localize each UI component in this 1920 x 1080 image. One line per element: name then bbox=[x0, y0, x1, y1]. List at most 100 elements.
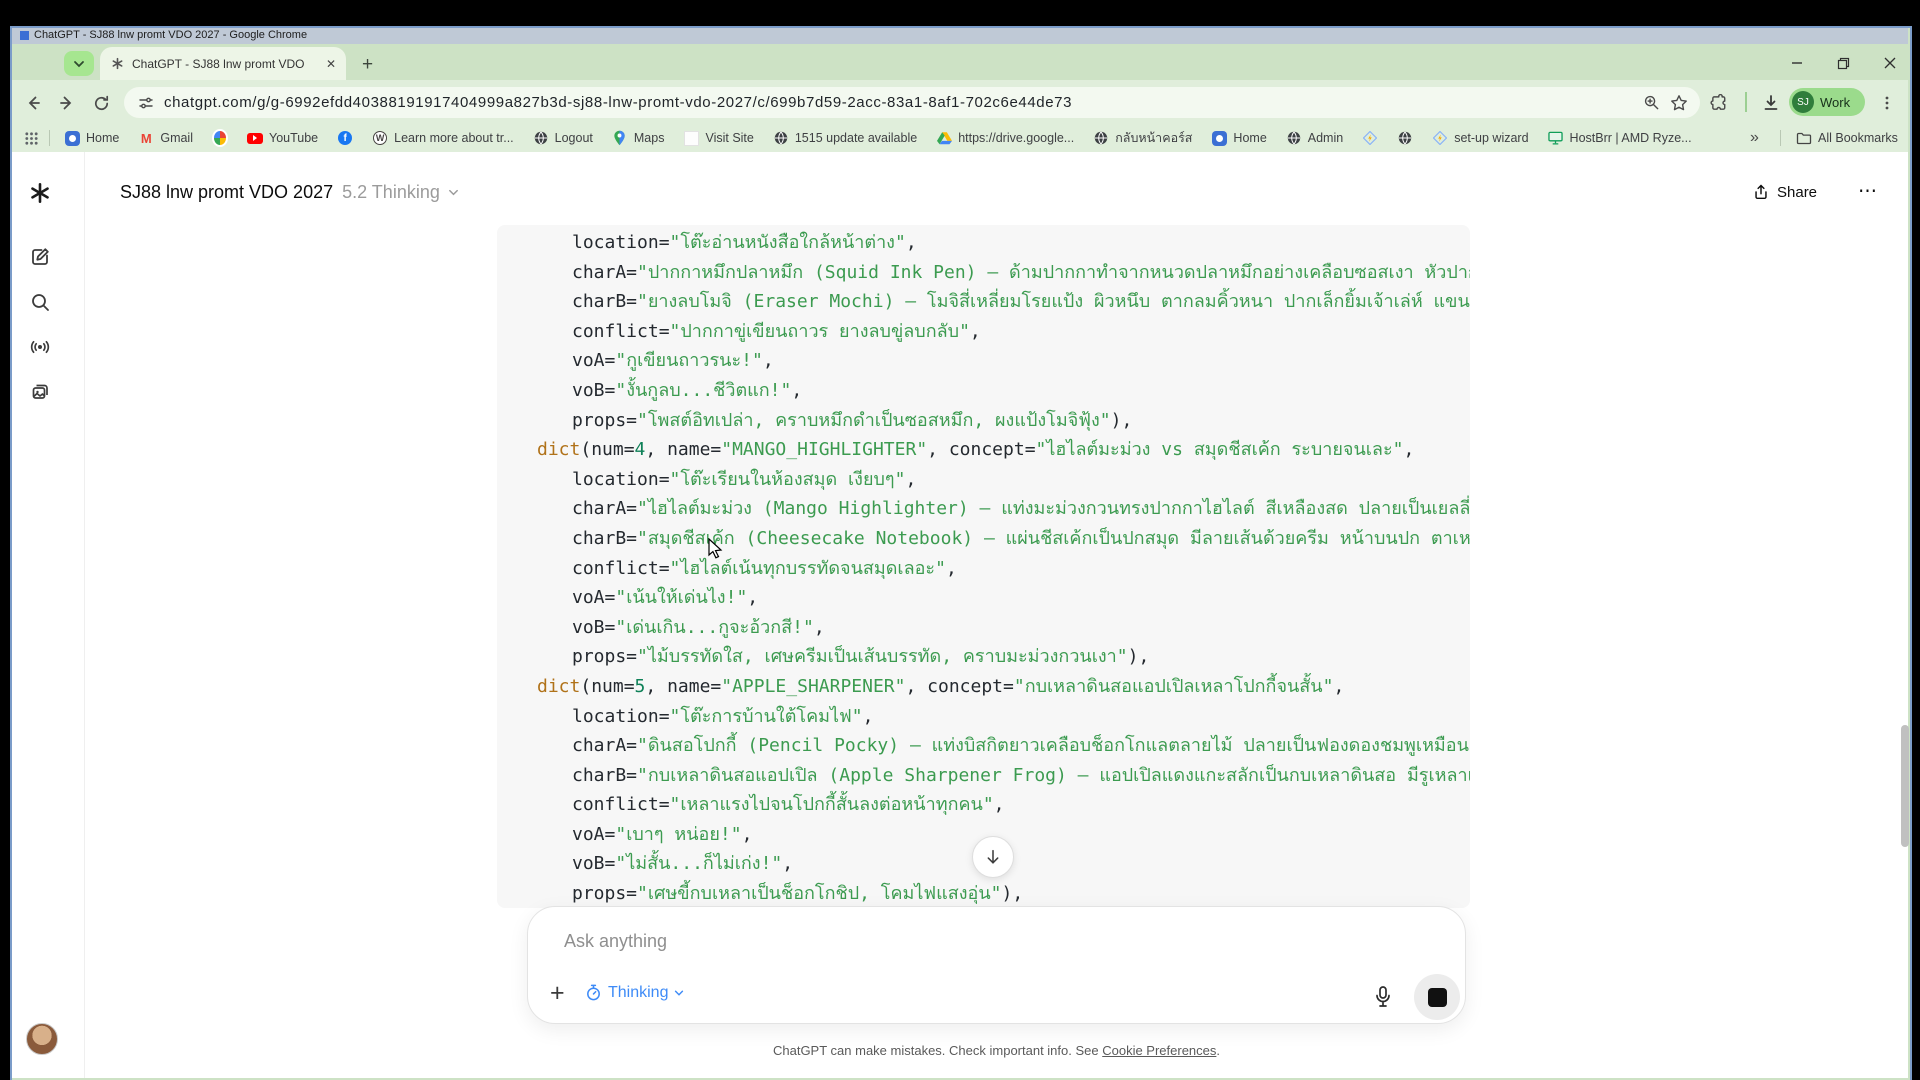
chevron-down-icon bbox=[448, 189, 458, 196]
chatgpt-logo-icon bbox=[26, 179, 54, 207]
bookmark-item[interactable]: Maps bbox=[612, 130, 664, 146]
bookmark-label: set-up wizard bbox=[1454, 131, 1529, 145]
library-icon[interactable] bbox=[26, 378, 54, 406]
code-line: charB="สมุดชีสเค้ก (Cheesecake Notebook)… bbox=[572, 527, 1470, 549]
scroll-to-bottom-button[interactable] bbox=[972, 836, 1014, 878]
code-line: dict(num=4, name="MANGO_HIGHLIGHTER", co… bbox=[537, 439, 1415, 461]
toolbar-divider bbox=[1745, 92, 1747, 112]
close-window-button[interactable] bbox=[1875, 54, 1905, 72]
composer-input[interactable]: Ask anything bbox=[564, 931, 667, 952]
globe-icon bbox=[773, 130, 789, 146]
model-label: 5.2 Thinking bbox=[342, 182, 440, 202]
bookmark-item[interactable]: set-up wizard bbox=[1432, 130, 1529, 146]
globe-icon bbox=[533, 130, 549, 146]
apps-grid-icon[interactable] bbox=[24, 131, 39, 146]
back-button[interactable] bbox=[20, 90, 46, 116]
site-settings-icon[interactable] bbox=[138, 95, 154, 111]
zoom-icon[interactable] bbox=[1643, 94, 1660, 111]
code-line: location="โต๊ะเรียนในห้องสมุด เงียบๆ", bbox=[572, 468, 917, 490]
bookmarks-overflow-chevron[interactable]: » bbox=[1750, 129, 1759, 147]
maps-icon bbox=[612, 130, 628, 146]
code-line: charA="ไฮไลต์มะม่วง (Mango Highlighter) … bbox=[572, 498, 1470, 520]
bookmark-item[interactable]: Logout bbox=[533, 130, 593, 146]
bookmark-item[interactable]: W Learn more about tr... bbox=[372, 130, 514, 146]
code-line: voB="เด่นเกิน...กูจะอ้วกสี!", bbox=[572, 616, 825, 638]
tab-title: ChatGPT - SJ88 lnw promt VDO bbox=[132, 56, 304, 71]
code-line: props="โพสต์อิทเปล่า, คราบหมึกดำเป็นซอสห… bbox=[572, 409, 1133, 431]
bookmark-label: Admin bbox=[1307, 131, 1344, 145]
tab-search-button[interactable] bbox=[64, 51, 94, 76]
stopwatch-icon bbox=[587, 984, 600, 1001]
conversation-menu-icon[interactable]: ⋯ bbox=[1858, 180, 1877, 203]
conversation-header[interactable]: SJ88 lnw promt VDO 2027 5.2 Thinking bbox=[120, 182, 460, 203]
bookmarks-bar: Home M Gmail YouTube f W Learn more about tr..… bbox=[12, 124, 1908, 153]
folder-icon bbox=[1796, 132, 1812, 145]
tab-close-icon[interactable]: ✕ bbox=[326, 57, 336, 71]
bookmarks-list: Home M Gmail YouTube f W Learn more about tr..… bbox=[64, 128, 1711, 148]
bookmark-item[interactable]: https://drive.google... bbox=[936, 130, 1074, 146]
chatgpt-favicon-icon bbox=[110, 56, 125, 71]
mic-button[interactable] bbox=[1370, 983, 1396, 1011]
gmail-icon: M bbox=[140, 130, 152, 146]
bookmark-item[interactable]: Home bbox=[1211, 130, 1267, 146]
bookmark-item[interactable]: Visit Site bbox=[683, 130, 754, 146]
bookmark-label: กลับหน้าคอร์ส bbox=[1115, 131, 1193, 145]
bookmark-item[interactable]: 1515 update available bbox=[773, 130, 917, 146]
code-line: charB="ยางลบโมจิ (Eraser Mochi) — โมจิสี… bbox=[572, 291, 1470, 313]
bolt-icon bbox=[1432, 130, 1448, 146]
download-icon[interactable] bbox=[1758, 90, 1784, 116]
scrollbar-thumb[interactable] bbox=[1901, 725, 1909, 847]
thinking-mode-button[interactable]: Thinking bbox=[584, 983, 685, 1002]
bookmark-item[interactable] bbox=[212, 129, 228, 147]
arrow-down-icon bbox=[987, 849, 999, 864]
footer-disclaimer: ChatGPT can make mistakes. Check importa… bbox=[527, 1043, 1466, 1058]
code-line: conflict="เหลาแรงไปจนโปกกี้สั้นลงต่อหน้า… bbox=[572, 794, 1005, 816]
bookmark-item[interactable] bbox=[1362, 130, 1378, 146]
bookmark-item[interactable]: HostBrr | AMD Ryze... bbox=[1548, 130, 1692, 146]
bookmark-item[interactable]: กลับหน้าคอร์ส bbox=[1093, 128, 1192, 148]
share-button[interactable]: Share bbox=[1752, 183, 1817, 201]
reload-button[interactable] bbox=[88, 90, 114, 116]
bookmark-item[interactable]: Admin bbox=[1286, 130, 1343, 146]
os-titlebar: ChatGPT - SJ88 lnw promt VDO 2027 - Goog… bbox=[12, 28, 1908, 44]
youtube-icon bbox=[247, 130, 263, 146]
code-line: location="โต๊ะการบ้านใต้โคมไฟ", bbox=[572, 705, 874, 727]
window-icon bbox=[20, 31, 29, 40]
facebook-icon: f bbox=[337, 130, 353, 146]
bookmark-label: Learn more about tr... bbox=[394, 131, 514, 145]
avatar-initials: SJ bbox=[1792, 91, 1814, 113]
bookmark-label: YouTube bbox=[269, 131, 319, 145]
search-icon[interactable] bbox=[26, 288, 54, 316]
address-bar[interactable]: chatgpt.com/g/g-6992efdd4038819191740499… bbox=[124, 87, 1700, 118]
bookmark-star-icon[interactable] bbox=[1670, 94, 1688, 112]
all-bookmarks-button[interactable]: All Bookmarks bbox=[1796, 130, 1898, 146]
bookmark-item[interactable]: Home bbox=[64, 130, 119, 146]
profile-chip[interactable]: SJ Work bbox=[1789, 88, 1865, 116]
code-line: voA="เน้นให้เด่นไง!", bbox=[572, 587, 759, 609]
bookmark-item[interactable]: YouTube bbox=[247, 130, 318, 146]
extensions-icon[interactable] bbox=[1706, 90, 1732, 116]
restore-button[interactable] bbox=[1828, 54, 1858, 72]
new-chat-icon[interactable] bbox=[26, 243, 54, 271]
stop-button[interactable] bbox=[1414, 974, 1460, 1020]
composer[interactable]: Ask anything + Thinking bbox=[527, 906, 1466, 1024]
share-icon bbox=[1755, 184, 1767, 200]
user-avatar[interactable] bbox=[26, 1023, 58, 1055]
photos-icon bbox=[212, 129, 228, 147]
bookmark-item[interactable]: M Gmail bbox=[138, 130, 193, 146]
bookmark-label: https://drive.google... bbox=[958, 131, 1075, 145]
voice-mode-icon[interactable] bbox=[26, 333, 54, 361]
bookmark-item[interactable] bbox=[1397, 130, 1413, 146]
cookie-preferences-link[interactable]: Cookie Preferences bbox=[1102, 1043, 1216, 1058]
active-tab[interactable]: ChatGPT - SJ88 lnw promt VDO ✕ bbox=[100, 47, 346, 80]
attach-plus-button[interactable]: + bbox=[550, 979, 565, 1008]
code-line: charA="ปากกาหมึกปลาหมึก (Squid Ink Pen) … bbox=[572, 261, 1470, 283]
browser-menu-icon[interactable] bbox=[1874, 90, 1900, 116]
home-app-icon bbox=[64, 130, 80, 146]
forward-button[interactable] bbox=[54, 90, 80, 116]
bookmark-item[interactable]: f bbox=[337, 130, 353, 146]
profile-name: Work bbox=[1820, 94, 1851, 110]
new-tab-button[interactable]: + bbox=[362, 54, 373, 76]
code-line: props="เศษขี้กบเหลาเป็นช็อกโกชิป, โคมไฟแ… bbox=[572, 883, 1024, 905]
minimize-button[interactable] bbox=[1782, 54, 1812, 72]
